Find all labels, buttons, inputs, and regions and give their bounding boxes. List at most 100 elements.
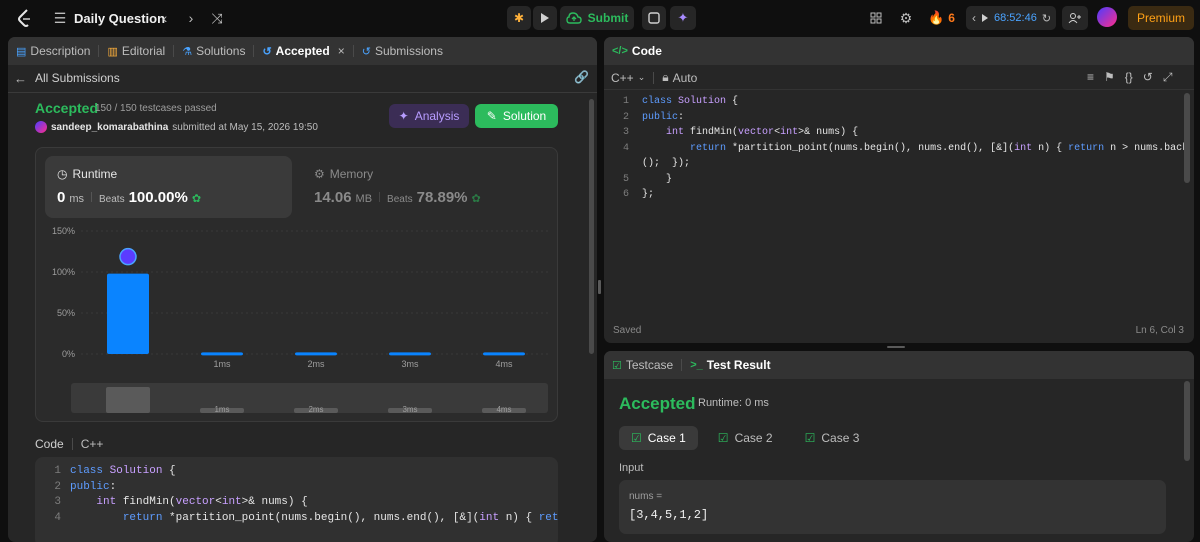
header-divider <box>8 92 597 93</box>
case-tab-label: Case 2 <box>734 431 773 445</box>
tab-solutions[interactable]: ⚗ Solutions <box>174 37 253 65</box>
cursor-position: Ln 6, Col 3 <box>1135 325 1184 336</box>
timer-play-icon[interactable] <box>981 13 989 23</box>
memory-beats-value: 78.89% <box>416 189 468 206</box>
tab-editorial-label: Editorial <box>121 44 166 58</box>
next-problem-icon[interactable]: › <box>184 9 198 27</box>
format-code-icon[interactable]: ≡ <box>1087 70 1094 85</box>
code-text: class Solution { <box>70 465 176 477</box>
submitter-username[interactable]: sandeep_komarabathina <box>51 122 168 133</box>
leetcode-logo-icon[interactable] <box>16 9 34 27</box>
x-tick-label: 4ms <box>495 359 513 369</box>
line-number: 2 <box>622 111 629 123</box>
editor-actions: ≡ ⚑ {} ↺ ⤢ <box>1087 70 1172 85</box>
memory-stat[interactable]: ⚙ Memory 14.06 MB Beats 78.89% ✿ <box>304 156 551 218</box>
beats-green-icon: ✿ <box>191 193 202 205</box>
auto-mode-toggle[interactable]: 🔒︎ Auto <box>662 70 697 85</box>
runtime-label: Runtime <box>72 167 118 181</box>
case-tab-label: Case 1 <box>647 431 686 445</box>
problem-list-icon[interactable]: ☰ <box>52 10 68 26</box>
runtime-value: 0 <box>57 189 66 206</box>
bar <box>107 273 149 354</box>
tab-accepted[interactable]: ↺ Accepted × <box>254 37 352 65</box>
case-tab[interactable]: ☑ Case 3 <box>793 426 872 450</box>
daily-question-title[interactable]: Daily Question <box>74 10 165 26</box>
submitted-code-block[interactable]: 1 class Solution {2 public: 3 int findMin(v… <box>35 457 558 542</box>
premium-button[interactable]: Premium <box>1128 6 1194 30</box>
tab-test-result-label: Test Result <box>706 358 771 372</box>
user-avatar[interactable] <box>1097 7 1117 27</box>
code-brackets-icon: </> <box>612 45 628 57</box>
prev-problem-icon[interactable]: ‹ <box>158 9 172 27</box>
left-panel-scrollbar[interactable] <box>589 99 594 354</box>
result-scrollbar[interactable] <box>1184 381 1190 461</box>
timer-widget[interactable]: ‹ 68:52:46 ↻ <box>966 6 1056 30</box>
streak-count: 6 <box>948 11 955 25</box>
settings-gear-icon[interactable]: ⚙ <box>898 10 914 26</box>
vertical-resize-handle[interactable] <box>887 346 905 348</box>
tab-description-label: Description <box>30 44 91 58</box>
top-bar: ☰ Daily Question ‹ › ⤨ ✱ Submit ✦ ⚙ 🔥 6 … <box>0 0 1200 36</box>
submissions-history-icon: ↺ <box>361 45 371 58</box>
shuffle-icon[interactable]: ⤨ <box>208 9 226 27</box>
reset-code-icon[interactable]: ↺ <box>1143 70 1153 85</box>
range-selector-handle <box>106 387 150 413</box>
tab-editorial[interactable]: ▥ Editorial <box>99 37 173 65</box>
tab-description[interactable]: ▤ Description <box>8 37 98 65</box>
debug-icon[interactable]: ✱ <box>507 6 531 30</box>
editor-scrollbar[interactable] <box>1184 93 1190 183</box>
run-play-icon[interactable] <box>533 6 557 30</box>
code-tab-bar: </> Code <box>604 37 1194 65</box>
layout-grid-icon[interactable] <box>868 10 884 26</box>
tab-submissions[interactable]: ↺ Submissions <box>354 37 451 65</box>
code-editor-area[interactable]: 1 class Solution {2 public: 3 int findMin(v… <box>604 96 1194 306</box>
param-value: [3,4,5,1,2] <box>629 508 709 522</box>
case-tab[interactable]: ☑ Case 1 <box>619 426 698 450</box>
notes-icon[interactable] <box>642 6 666 30</box>
y-tick-label: 0% <box>62 349 75 359</box>
share-link-icon[interactable]: 🔗 <box>574 70 589 84</box>
edit-pencil-icon: ✎ <box>486 109 497 123</box>
memory-unit: MB <box>355 193 373 205</box>
braces-icon[interactable]: {} <box>1125 70 1133 85</box>
check-icon: ☑ <box>717 431 729 445</box>
tab-code[interactable]: </> Code <box>604 37 670 65</box>
language-select[interactable]: C++ ⌄ <box>611 71 645 85</box>
submitter-avatar <box>35 121 47 133</box>
ai-sparkle-icon[interactable]: ✦ <box>670 6 696 30</box>
close-tab-icon[interactable]: × <box>338 44 345 58</box>
tab-code-label: Code <box>631 44 662 58</box>
bookmark-icon[interactable]: ⚑ <box>1104 70 1115 85</box>
runtime-stat[interactable]: ◷ Runtime 0 ms Beats 100.00% ✿ <box>45 156 292 218</box>
memory-header: ⚙ Memory <box>314 167 373 181</box>
tab-testcase[interactable]: ☑ Testcase <box>604 351 681 379</box>
fullscreen-icon[interactable]: ⤢ <box>1163 70 1173 85</box>
beats-green-icon: ✿ <box>471 193 481 205</box>
y-tick-label: 100% <box>52 267 75 277</box>
case-tab[interactable]: ☑ Case 2 <box>706 426 785 450</box>
analysis-label: Analysis <box>414 109 460 123</box>
check-icon: ☑ <box>631 431 642 445</box>
tab-solutions-label: Solutions <box>196 44 246 58</box>
solution-button[interactable]: ✎ Solution <box>475 104 558 128</box>
streak-counter[interactable]: 🔥 6 <box>928 9 955 27</box>
analysis-button[interactable]: ✦ Analysis <box>389 104 469 128</box>
memory-value: 14.06 <box>314 189 352 206</box>
tab-test-result[interactable]: >_ Test Result <box>682 351 778 379</box>
submit-button[interactable]: Submit <box>560 6 634 30</box>
code-text: public: <box>70 480 117 493</box>
value-divider <box>379 192 381 202</box>
submit-label: Submit <box>587 11 629 25</box>
chevron-down-icon: ⌄ <box>637 72 646 82</box>
collapse-timer-icon[interactable]: ‹ <box>972 11 976 25</box>
code-text: (); }); <box>642 158 691 169</box>
solutions-flask-icon: ⚗ <box>182 45 193 58</box>
runtime-beats-label: Beats <box>99 194 125 205</box>
all-submissions-link[interactable]: ← All Submissions <box>14 69 120 87</box>
runtime-unit: ms <box>69 193 85 205</box>
lock-icon: 🔒︎ <box>662 70 669 84</box>
line-number: 3 <box>622 127 629 138</box>
add-user-icon[interactable] <box>1062 6 1088 30</box>
reset-timer-icon[interactable]: ↻ <box>1042 12 1051 25</box>
panel-resize-handle[interactable] <box>598 280 601 294</box>
